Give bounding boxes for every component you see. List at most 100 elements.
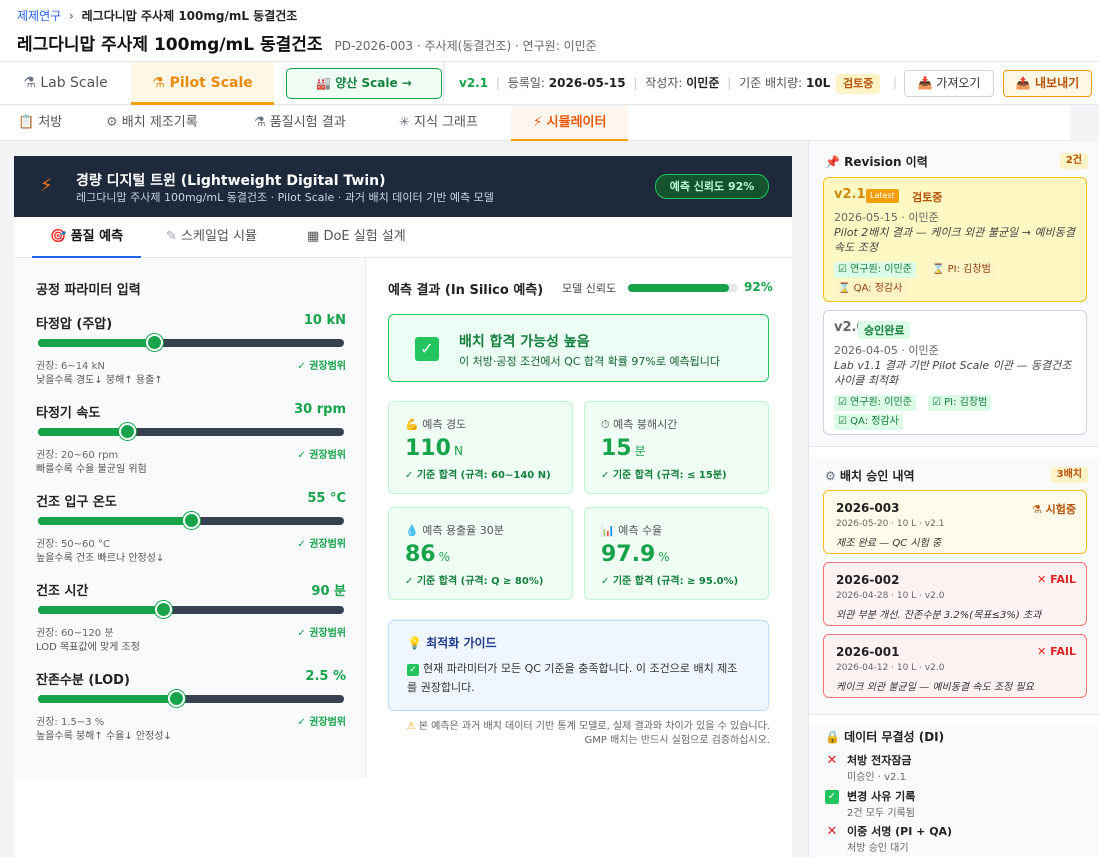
model-confidence-value: 92% xyxy=(744,280,773,294)
warning-icon: ⚠ xyxy=(406,721,416,732)
card-unit: N xyxy=(453,444,463,458)
card-label: 💧 예측 용출율 30분 xyxy=(405,522,504,538)
card-label-text: 예측 수율 xyxy=(618,524,663,537)
twin-subtitle: 레그다니맙 주사제 100mg/mL 동결건조 · Pilot Scale · … xyxy=(76,191,494,204)
slider-fill xyxy=(38,428,127,436)
param-compression-force: 타정압 (주압) 10 kN 권장: 6~14 kN ✓ 권장범위 낮을수록 경… xyxy=(36,313,346,401)
bolt-icon: ⚡ xyxy=(40,175,53,196)
close-icon: ✕ xyxy=(826,753,838,768)
batch-status: FAIL xyxy=(1050,645,1076,658)
page-title-text: 레그다니맙 주사제 100mg/mL 동결건조 xyxy=(17,35,323,55)
sub-tabs: 🎯 품질 예측 ✎ 스케일업 시뮬 ▦ DoE 실험 설계 xyxy=(14,217,792,258)
subtab-scaleup-sim-label: 스케일업 시뮬 xyxy=(181,229,257,244)
slider-handle[interactable] xyxy=(155,601,173,618)
card-value-number: 86 xyxy=(405,542,436,567)
timer-icon: ⏱ xyxy=(601,418,610,431)
card-unit: % xyxy=(438,550,451,564)
param-drying-time: 건조 시간 90 분 권장: 60~120 분 ✓ 권장범위 LOD 목표값에 … xyxy=(36,580,346,668)
scale-bar: ⚗ Lab Scale ⚗ Pilot Scale 🏭 양산 Scale → v… xyxy=(0,62,1099,105)
revision-note: Lab v1.1 결과 기반 Pilot Scale 이관 — 동결건조 사이클… xyxy=(834,359,1072,387)
close-icon: ✕ xyxy=(1037,645,1047,658)
integrity-item: ✕ 이중 서명 (PI + QA) 처방 승인 대기 xyxy=(825,823,1085,857)
batch-id: 2026-001 xyxy=(836,645,900,659)
separator: | xyxy=(633,76,638,90)
divider xyxy=(443,62,444,105)
clipboard-icon: 📋 xyxy=(18,115,35,130)
card-value: 110 N xyxy=(405,436,463,461)
slider-handle[interactable] xyxy=(167,690,185,707)
slider-handle[interactable] xyxy=(118,423,136,440)
param-slider[interactable] xyxy=(38,512,344,529)
param-slider[interactable] xyxy=(38,334,344,351)
param-note: LOD 목표값에 맞게 조정 xyxy=(36,642,140,653)
prediction-results: 예측 결과 (In Silico 예측) 모델 신뢰도 92% ✓ 배치 합격 … xyxy=(366,258,792,778)
parameter-inputs: 공정 파라미터 입력 타정압 (주압) 10 kN 권장: 6~14 kN ✓ … xyxy=(14,258,366,778)
tab-pilot-scale[interactable]: ⚗ Pilot Scale xyxy=(131,62,274,105)
param-slider[interactable] xyxy=(38,690,344,707)
tab-quality-results[interactable]: ⚗ 품질시험 결과 xyxy=(254,106,346,141)
params-title: 공정 파라미터 입력 xyxy=(36,283,141,298)
batch-item[interactable]: 2026-002 ✕ FAIL 2026-04-28 · 10 L · v2.0… xyxy=(823,562,1087,626)
card-spec: ✓ 기준 합격 (규격: Q ≥ 80%) xyxy=(405,576,544,587)
subtab-doe[interactable]: ▦ DoE 실험 설계 xyxy=(307,217,406,258)
export-button[interactable]: 📤 내보내기 xyxy=(1003,70,1092,97)
batch-item[interactable]: 2026-001 ✕ FAIL 2026-04-12 · 10 L · v2.0… xyxy=(823,634,1087,698)
revision-title: Revision 이력 xyxy=(844,155,928,169)
revision-item[interactable]: v2.0 승인완료 2026-04-05 · 이민준 Lab v1.1 결과 기… xyxy=(823,310,1087,435)
breadcrumb-root[interactable]: 제제연구 xyxy=(17,9,61,23)
revision-status: 검토중 xyxy=(912,191,943,204)
card-unit: 분 xyxy=(634,444,646,458)
author-name: 이민준 xyxy=(686,76,720,90)
slider-fill xyxy=(38,606,164,614)
slider-fill xyxy=(38,517,191,525)
card-value-number: 97.9 xyxy=(601,542,656,567)
param-slider[interactable] xyxy=(38,601,344,618)
subtab-scaleup-sim[interactable]: ✎ 스케일업 시뮬 xyxy=(166,217,257,258)
card-label: ⏱ 예측 붕해시간 xyxy=(601,416,677,432)
tab-knowledge-graph[interactable]: ✳ 지식 그래프 xyxy=(399,106,478,141)
card-unit: % xyxy=(658,550,670,564)
signer-tag: ☑ PI: 김창범 xyxy=(928,395,992,411)
integrity-desc: 2건 모두 기록됨 xyxy=(847,808,915,819)
check-icon: ☑ xyxy=(932,397,941,408)
tab-simulator[interactable]: ⚡ 시뮬레이터 xyxy=(511,106,629,141)
bar-chart-icon: 📊 xyxy=(601,524,615,537)
page-title: 레그다니맙 주사제 100mg/mL 동결건조 PD-2026-003 · 주사… xyxy=(17,30,597,55)
version-number: v2.1 xyxy=(459,76,489,90)
tab-formula[interactable]: 📋 처방 xyxy=(18,106,62,141)
subtab-quality-prediction[interactable]: 🎯 품질 예측 xyxy=(32,217,142,258)
disclaimer-text: 본 예측은 과거 배치 데이터 기반 통계 모델로, 실제 결과와 차이가 있을… xyxy=(418,721,770,746)
param-name: 잔존수분 (LOD) xyxy=(36,673,130,688)
slider-handle[interactable] xyxy=(183,512,200,529)
param-value: 90 분 xyxy=(311,584,346,599)
tab-batch-record[interactable]: ⚙ 배치 제조기록 xyxy=(106,106,198,141)
model-confidence-bar xyxy=(628,284,738,292)
import-button[interactable]: 📥 가져오기 xyxy=(904,70,994,97)
param-value: 2.5 % xyxy=(305,669,346,684)
card-value: 86% xyxy=(405,542,450,567)
factory-icon: 🏭 xyxy=(316,76,332,90)
tab-lab-scale[interactable]: ⚗ Lab Scale xyxy=(0,62,131,105)
revision-note: Pilot 2배치 결과 — 케이크 외관 불균일 → 예비동결 속도 조정 xyxy=(834,226,1075,254)
twin-title: 경량 디지털 트윈 (Lightweight Digital Twin) xyxy=(76,173,386,189)
author-label: 작성자: xyxy=(645,76,683,90)
revision-item[interactable]: v2.1 Latest 검토중 2026-05-15 · 이민준 Pilot 2… xyxy=(823,177,1087,302)
card-spec: ✓ 기준 합격 (규격: ≥ 95.0%) xyxy=(601,576,739,587)
param-value: 30 rpm xyxy=(294,402,346,417)
twin-confidence-badge: 예측 신뢰도 92% xyxy=(655,174,769,199)
signer-tag: ☑ QA: 정감사 xyxy=(834,414,903,430)
breadcrumb-separator: › xyxy=(69,9,74,23)
param-slider[interactable] xyxy=(38,423,344,440)
mass-scale-button[interactable]: 🏭 양산 Scale → xyxy=(286,68,442,99)
batch-item[interactable]: 2026-003 ⚗ 시험중 2026-05-20 · 10 L · v2.1 … xyxy=(823,490,1087,554)
slider-handle[interactable] xyxy=(146,334,164,351)
separator: | xyxy=(893,75,898,89)
batch-title: 배치 승인 내역 xyxy=(839,469,915,483)
latest-badge: Latest xyxy=(866,189,899,203)
integrity-desc: 미승인 · v2.1 xyxy=(847,772,906,783)
card-value: 97.9% xyxy=(601,542,670,567)
pass-probability-banner: ✓ 배치 합격 가능성 높음 이 처방·공정 조건에서 QC 합격 확률 97%… xyxy=(388,314,769,382)
flask-icon: ⚗ xyxy=(1031,503,1042,516)
card-value-number: 110 xyxy=(405,436,451,461)
signer-text: 연구원: 이민준 xyxy=(850,264,912,275)
